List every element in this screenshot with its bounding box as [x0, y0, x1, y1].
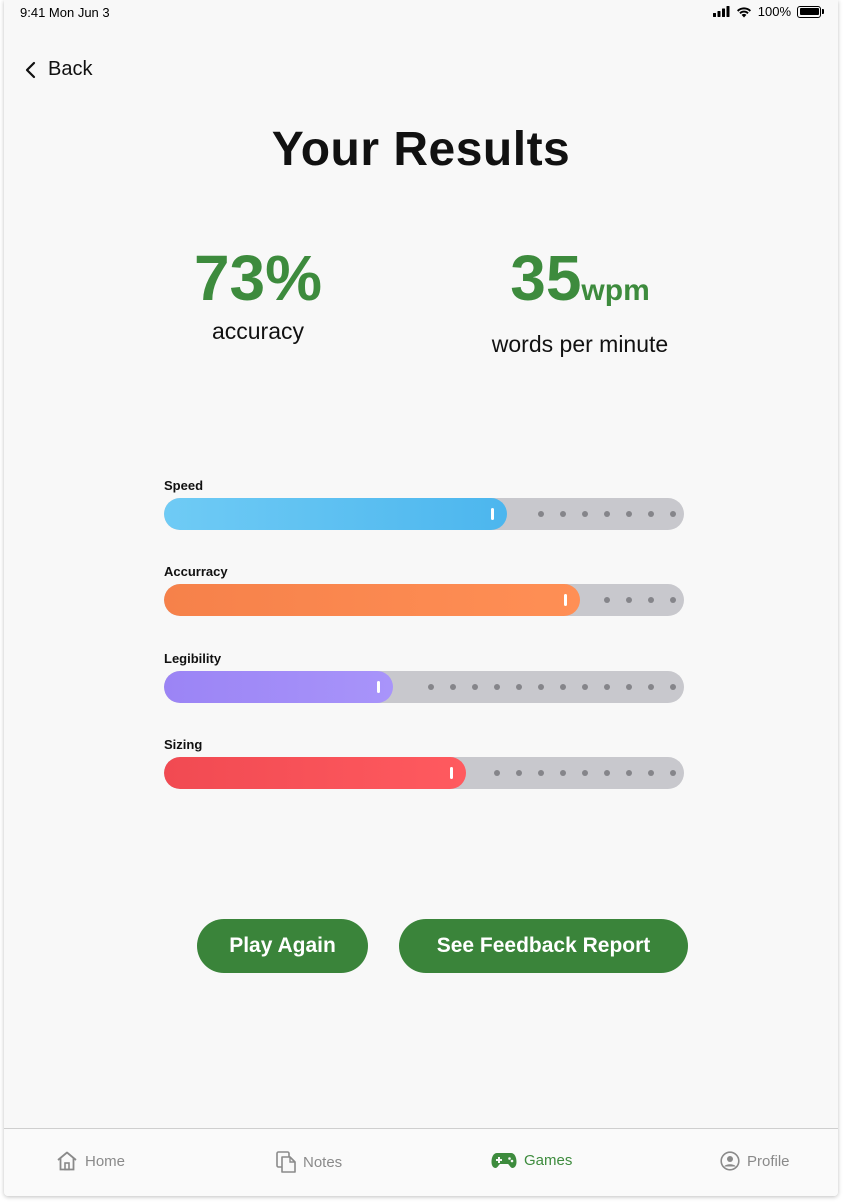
metric-dots: [412, 671, 676, 703]
back-button[interactable]: Back: [24, 58, 92, 81]
tab-home[interactable]: Home: [56, 1151, 125, 1171]
battery-percent: 100%: [757, 4, 791, 19]
wpm-value-row: 35wpm: [470, 242, 690, 327]
back-label: Back: [48, 58, 93, 80]
metric-dot: [494, 684, 500, 690]
metric-dots: [522, 498, 676, 530]
tab-bar: Home Notes Games Profile: [4, 1128, 838, 1196]
metric-dot: [604, 770, 610, 776]
metric-dot: [472, 684, 478, 690]
metric-dot: [626, 770, 632, 776]
wpm-value: 35: [510, 242, 582, 314]
metric-track: [164, 498, 684, 530]
metric-dot: [670, 511, 676, 517]
metric-dot: [670, 684, 676, 690]
wpm-unit: wpm: [581, 274, 650, 307]
metric-track: [164, 584, 684, 616]
metric-dot: [648, 684, 654, 690]
metric-dot: [648, 597, 654, 603]
tab-games[interactable]: Games: [491, 1151, 572, 1169]
metric-dot: [560, 511, 566, 517]
wpm-label: words per minute: [491, 331, 669, 357]
status-indicators: 100%: [712, 4, 824, 19]
metric-dots: [478, 757, 676, 789]
metric-label: Accurracy: [164, 564, 228, 579]
metric-dot: [560, 684, 566, 690]
wifi-icon: [736, 6, 751, 17]
app-screen: 9:41 Mon Jun 3 100% Back Your Results 73…: [4, 0, 838, 1196]
metric-dot: [428, 684, 434, 690]
metric-dot: [670, 597, 676, 603]
metric-dot: [538, 684, 544, 690]
tab-label: Games: [524, 1151, 573, 1169]
metric-fill: [164, 757, 466, 789]
play-again-button[interactable]: Play Again: [197, 919, 368, 973]
metric-dot: [648, 511, 654, 517]
metric-dot: [626, 511, 632, 517]
metric-dot: [516, 684, 522, 690]
metric-dot: [582, 770, 588, 776]
wpm-stat: 35wpm words per minute: [470, 242, 690, 358]
metric-dot: [626, 684, 632, 690]
metric-accurracy: Accurracy: [164, 564, 684, 616]
profile-icon: [720, 1151, 740, 1171]
gamepad-icon: [491, 1153, 517, 1168]
metric-dot: [494, 770, 500, 776]
metric-speed: Speed: [164, 478, 684, 530]
metric-dot: [670, 770, 676, 776]
metric-track: [164, 757, 684, 789]
metric-dot: [582, 511, 588, 517]
tab-profile[interactable]: Profile: [720, 1151, 790, 1171]
metric-track: [164, 671, 684, 703]
accuracy-stat: 73% accuracy: [158, 242, 358, 345]
metric-sizing: Sizing: [164, 737, 684, 789]
metric-dot: [604, 684, 610, 690]
metric-dot: [450, 684, 456, 690]
see-feedback-report-button[interactable]: See Feedback Report: [399, 919, 688, 973]
metric-handle: [564, 594, 567, 606]
metric-dot: [538, 770, 544, 776]
metric-dots: [588, 584, 676, 616]
tab-label: Profile: [747, 1152, 790, 1170]
metric-handle: [377, 681, 380, 693]
signal-icon: [712, 6, 730, 17]
notes-icon: [276, 1151, 296, 1173]
battery-icon: [797, 5, 821, 18]
metric-fill: [164, 584, 580, 616]
tab-label: Home: [85, 1152, 126, 1170]
page-title: Your Results: [271, 123, 571, 176]
metric-fill: [164, 498, 507, 530]
status-time: 9:41 Mon Jun 3: [20, 5, 110, 20]
accuracy-value: 73%: [193, 242, 323, 314]
metric-dot: [626, 597, 632, 603]
metric-label: Legibility: [164, 651, 222, 666]
home-icon: [57, 1151, 77, 1171]
metric-dot: [516, 770, 522, 776]
metric-handle: [450, 767, 453, 779]
metric-dot: [560, 770, 566, 776]
chevron-left-icon: [25, 61, 36, 78]
tab-label: Notes: [303, 1153, 343, 1171]
metric-label: Sizing: [164, 737, 203, 752]
metric-dot: [604, 511, 610, 517]
metric-legibility: Legibility: [164, 651, 684, 703]
metric-dot: [648, 770, 654, 776]
metric-fill: [164, 671, 393, 703]
metric-handle: [491, 508, 494, 520]
metric-dot: [582, 684, 588, 690]
status-bar: 9:41 Mon Jun 3 100%: [4, 0, 838, 26]
metric-label: Speed: [164, 478, 204, 493]
accuracy-label: accuracy: [211, 318, 305, 344]
metric-dot: [604, 597, 610, 603]
tab-notes[interactable]: Notes: [276, 1151, 342, 1173]
metric-dot: [538, 511, 544, 517]
battery-tip: [822, 9, 824, 14]
